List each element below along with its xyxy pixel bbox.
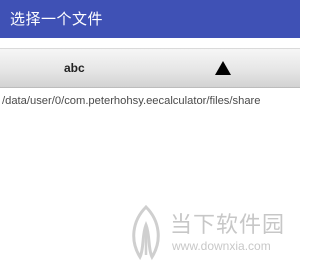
watermark-name: 当下软件园 (170, 213, 286, 238)
watermark-url: www.downxia.com (172, 239, 271, 253)
triangle-up-icon (215, 61, 231, 75)
up-button-label: abc (64, 61, 85, 75)
file-chooser-screen: 选择一个文件 abc /data/user/0/com.peterhohsy.e… (0, 0, 300, 279)
current-path: /data/user/0/com.peterhohsy.eecalculator… (2, 95, 261, 107)
leaf-logo-icon (132, 205, 160, 261)
page-title: 选择一个文件 (10, 10, 104, 28)
up-directory-button[interactable]: abc (0, 48, 300, 88)
watermark: 当下软件园 www.downxia.com (126, 205, 296, 265)
app-bar: 选择一个文件 (0, 0, 300, 38)
